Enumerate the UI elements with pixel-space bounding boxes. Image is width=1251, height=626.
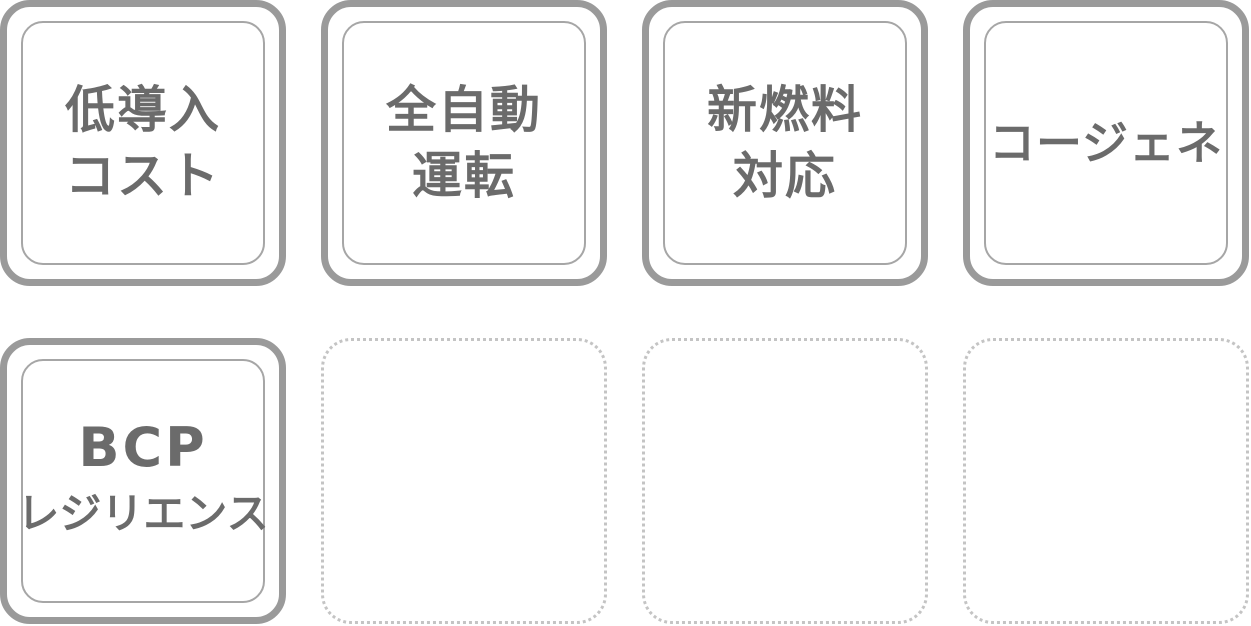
feature-tile-label-line: コスト — [65, 147, 221, 205]
feature-tile-label-line: BCP — [78, 416, 208, 479]
feature-tile-low-cost[interactable]: 低導入 コスト — [0, 0, 286, 286]
feature-tile-label-line: 新燃料 — [707, 81, 863, 139]
feature-tile-auto-operation[interactable]: 全自動 運転 — [321, 0, 607, 286]
feature-tile-label-line: 運転 — [412, 147, 516, 205]
feature-tile-inner: コージェネ — [984, 21, 1228, 265]
feature-tile-cogeneration[interactable]: コージェネ — [963, 0, 1249, 286]
feature-tile-inner: 新燃料 対応 — [663, 21, 907, 265]
feature-tile-label-line: 全自動 — [386, 81, 542, 139]
feature-tile-label-line: レジリエンス — [17, 489, 269, 538]
feature-tile-bcp-resilience[interactable]: BCP レジリエンス — [0, 338, 286, 624]
feature-tile-label-line: コージェネ — [988, 116, 1224, 170]
feature-tile-label-line: 低導入 — [65, 81, 221, 139]
empty-tile-slot — [642, 338, 928, 624]
feature-tile-inner: 低導入 コスト — [21, 21, 265, 265]
feature-tile-inner: BCP レジリエンス — [17, 359, 269, 603]
feature-tile-label-line: 対応 — [733, 147, 837, 205]
empty-tile-slot — [321, 338, 607, 624]
empty-tile-slot — [963, 338, 1249, 624]
feature-tile-inner: 全自動 運転 — [342, 21, 586, 265]
feature-tile-new-fuel[interactable]: 新燃料 対応 — [642, 0, 928, 286]
